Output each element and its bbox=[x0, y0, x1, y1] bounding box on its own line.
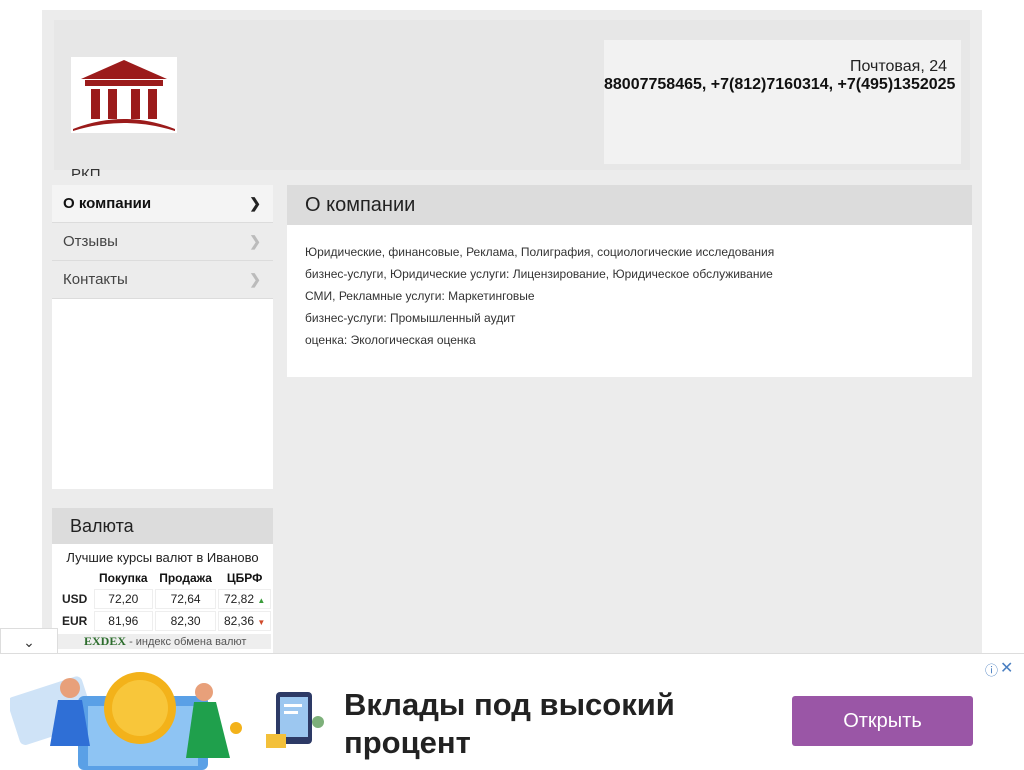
buy-rate: 72,20 bbox=[93, 589, 153, 609]
main-content: О компании Юридические, финансовые, Рекл… bbox=[287, 185, 972, 377]
table-row: USD 72,20 72,64 72,82 ▲ bbox=[58, 589, 271, 609]
chevron-down-icon: ⌄ bbox=[23, 633, 35, 650]
description-line: бизнес-услуги, Юридические услуги: Лицен… bbox=[305, 267, 773, 281]
currency-code: EUR bbox=[62, 614, 88, 628]
sidebar-item-about[interactable]: О компании ❯ bbox=[52, 185, 273, 223]
chevron-right-icon: ❯ bbox=[249, 271, 261, 287]
ad-banner[interactable]: Вклады под высокий процент Открыть ⓘ ✕ bbox=[0, 653, 1024, 770]
description-line: бизнес-услуги: Промышленный аудит bbox=[305, 311, 516, 325]
description-line: Юридические, финансовые, Реклама, Полигр… bbox=[305, 245, 775, 259]
company-short-name: РКП bbox=[71, 166, 101, 176]
sell-rate: 72,64 bbox=[154, 589, 217, 609]
cbr-value: 82,36 bbox=[223, 614, 255, 628]
sidebar-item-label: Отзывы bbox=[63, 233, 118, 250]
sidebar-item-reviews[interactable]: Отзывы ❯ bbox=[52, 223, 273, 261]
trend-up-icon: ▲ bbox=[257, 596, 266, 605]
address: Почтовая, 24 bbox=[850, 58, 947, 75]
table-header: Продажа bbox=[159, 571, 212, 585]
site-header: РКП Почтовая, 24 88007758465, +7(812)716… bbox=[54, 20, 970, 176]
contact-box: Почтовая, 24 88007758465, +7(812)7160314… bbox=[604, 40, 961, 164]
sell-rate: 82,30 bbox=[154, 611, 217, 631]
people-coin-illustration-icon bbox=[10, 672, 242, 770]
ad-open-button[interactable]: Открыть bbox=[792, 696, 973, 746]
sidebar-item-label: О компании bbox=[63, 195, 152, 212]
sidebar-item-label: Контакты bbox=[63, 271, 128, 288]
sidebar-nav: О компании ❯ Отзывы ❯ Контакты ❯ bbox=[52, 185, 273, 489]
currency-subtitle[interactable]: Лучшие курсы валют в Иваново bbox=[52, 550, 273, 565]
table-header-row: Покупка Продажа ЦБРФ bbox=[58, 569, 271, 587]
trend-down-icon: ▼ bbox=[257, 618, 266, 627]
ad-content: Вклады под высокий процент Открыть ⓘ ✕ bbox=[10, 658, 1016, 770]
close-icon[interactable]: ✕ bbox=[1000, 658, 1013, 678]
cbr-rate: 82,36 ▼ bbox=[218, 611, 271, 631]
company-logo[interactable] bbox=[71, 57, 177, 133]
currency-title: Валюта bbox=[52, 508, 273, 544]
table-row: EUR 81,96 82,30 82,36 ▼ bbox=[58, 611, 271, 631]
chevron-right-icon: ❯ bbox=[249, 233, 261, 249]
currency-widget: Валюта Лучшие курсы валют в Иваново Поку… bbox=[52, 508, 273, 658]
ad-headline: Вклады под высокий процент bbox=[344, 687, 675, 760]
info-icon[interactable]: ⓘ bbox=[985, 660, 998, 679]
building-logo-icon bbox=[73, 60, 175, 131]
table-header bbox=[58, 569, 92, 587]
currency-table: Покупка Продажа ЦБРФ USD 72,20 72,64 72,… bbox=[56, 567, 273, 633]
exdex-brand: EXDEX bbox=[84, 634, 127, 648]
buy-rate: 81,96 bbox=[93, 611, 153, 631]
phone-document-illustration-icon bbox=[266, 692, 324, 748]
chevron-right-icon: ❯ bbox=[249, 195, 261, 211]
cbr-value: 72,82 bbox=[223, 592, 255, 606]
ad-collapse-button[interactable]: ⌄ bbox=[0, 628, 58, 655]
table-header: Покупка bbox=[99, 571, 148, 585]
page-title: О компании bbox=[287, 185, 972, 225]
phone-numbers[interactable]: 88007758465, +7(812)7160314, +7(495)1352… bbox=[604, 76, 955, 94]
company-description: Юридические, финансовые, Реклама, Полигр… bbox=[287, 225, 972, 367]
description-line: оценка: Экологическая оценка bbox=[305, 333, 476, 347]
currency-code: USD bbox=[62, 592, 88, 606]
exdex-text: - индекс обмена валют bbox=[126, 636, 247, 648]
description-line: СМИ, Рекламные услуги: Маркетинговые bbox=[305, 289, 535, 303]
exdex-link[interactable]: EXDEX - индекс обмена валют bbox=[54, 634, 271, 649]
table-header: ЦБРФ bbox=[226, 571, 263, 585]
cbr-rate: 72,82 ▲ bbox=[218, 589, 271, 609]
sidebar-item-contacts[interactable]: Контакты ❯ bbox=[52, 261, 273, 299]
